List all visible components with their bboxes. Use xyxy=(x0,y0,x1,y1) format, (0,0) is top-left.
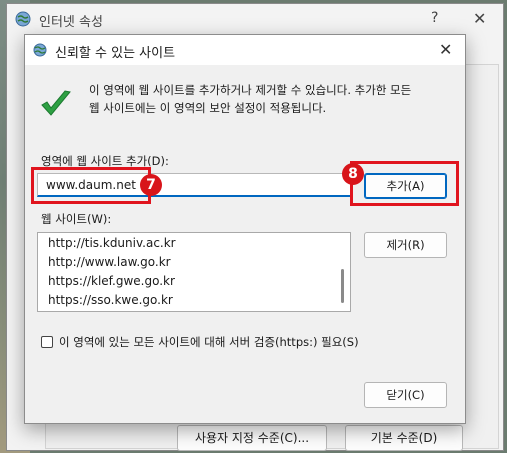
step7-badge: 7 xyxy=(140,174,162,196)
list-item[interactable]: http://tis.kduniv.ac.kr xyxy=(48,236,176,250)
list-item[interactable]: http://www.law.go.kr xyxy=(48,255,171,269)
default-level-button[interactable]: 기본 수준(D) xyxy=(345,425,463,451)
parent-close-icon[interactable]: ✕ xyxy=(473,9,486,28)
close-button[interactable]: 닫기(C) xyxy=(364,382,447,408)
list-item[interactable]: https://klef.gwe.go.kr xyxy=(48,274,175,288)
internet-options-icon xyxy=(15,11,31,27)
https-verification-checkbox[interactable] xyxy=(41,336,53,348)
remove-button[interactable]: 제거(R) xyxy=(364,232,447,258)
parent-title-bar: 인터넷 속성 ? ✕ xyxy=(7,4,503,34)
help-icon[interactable]: ? xyxy=(431,10,438,26)
parent-window-title: 인터넷 속성 xyxy=(39,15,103,30)
custom-level-button[interactable]: 사용자 지정 수준(C)... xyxy=(177,425,327,451)
trusted-sites-dialog: 신뢰할 수 있는 사이트 ✕ 이 영역에 웹 사이트를 추가하거나 제거할 수 … xyxy=(24,34,466,424)
sites-list-label: 웹 사이트(W): xyxy=(41,212,112,226)
checkmark-icon xyxy=(41,90,71,116)
sites-listbox[interactable]: http://tis.kduniv.ac.kr http://www.law.g… xyxy=(37,232,351,312)
description-line-2: 웹 사이트에는 이 영역의 보안 설정이 적용됩니다. xyxy=(89,101,327,115)
list-scrollbar[interactable] xyxy=(341,269,344,303)
step8-highlight-box xyxy=(350,161,459,206)
dialog-title: 신뢰할 수 있는 사이트 xyxy=(55,46,176,61)
trusted-sites-icon xyxy=(33,43,47,57)
https-verification-label: 이 영역에 있는 모든 사이트에 대해 서버 검증(https:) 필요(S) xyxy=(59,335,359,349)
description-line-1: 이 영역에 웹 사이트를 추가하거나 제거할 수 있습니다. 추가한 모든 xyxy=(89,83,412,97)
dialog-description: 이 영역에 웹 사이트를 추가하거나 제거할 수 있습니다. 추가한 모든 웹 … xyxy=(89,81,459,117)
step8-badge: 8 xyxy=(342,163,364,185)
step7-highlight-box xyxy=(31,167,151,204)
list-item[interactable]: https://sso.kwe.go.kr xyxy=(48,293,173,307)
dialog-title-bar: 신뢰할 수 있는 사이트 ✕ xyxy=(25,35,465,65)
dialog-close-icon[interactable]: ✕ xyxy=(439,40,452,59)
